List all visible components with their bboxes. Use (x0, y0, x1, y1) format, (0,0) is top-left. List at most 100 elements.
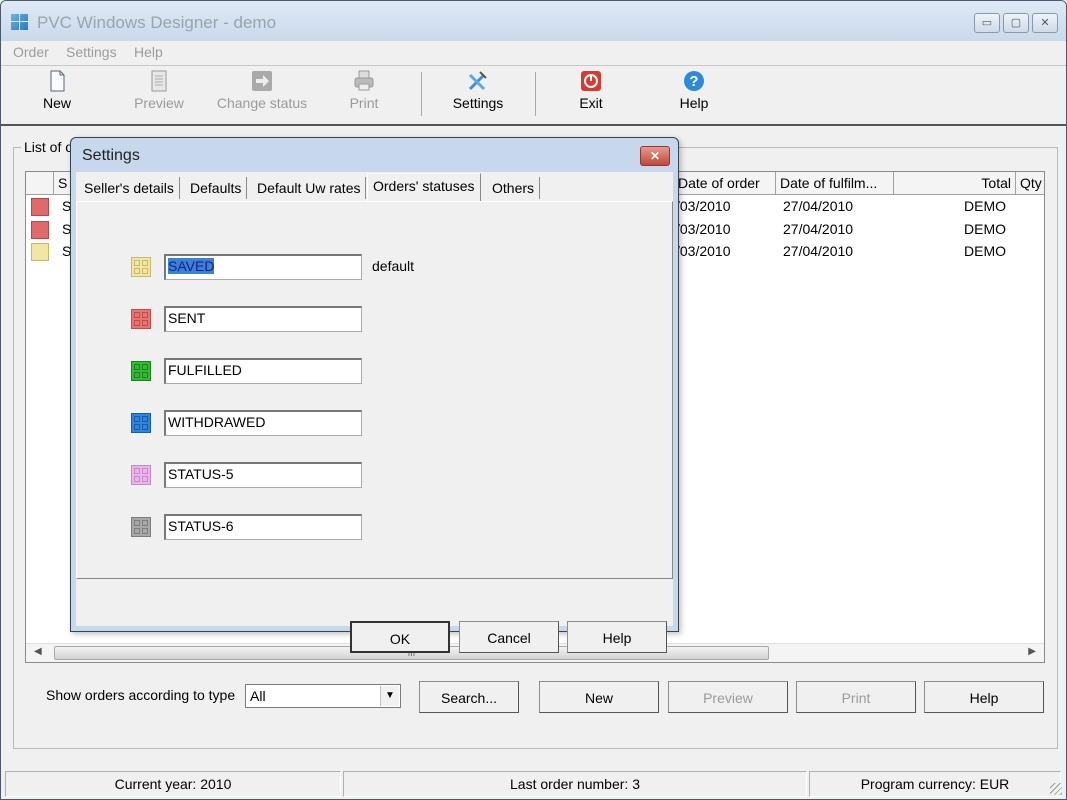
tab-others[interactable]: Others (487, 177, 541, 199)
cancel-button[interactable]: Cancel (459, 621, 559, 653)
cell-date-of-fulfilment: 27/04/2010 (783, 220, 854, 237)
toolbar-change-status-button[interactable]: Change status (213, 70, 311, 111)
scroll-left-arrow-icon[interactable]: ◀ (34, 646, 42, 657)
status-name-input[interactable]: SENT (164, 306, 362, 332)
swatch-cell (142, 364, 148, 370)
column-header-qty[interactable]: Qty (1016, 172, 1044, 194)
order-type-select[interactable]: All ▼ (245, 684, 401, 708)
swatch-cell (134, 416, 140, 422)
toolbar-preview-button[interactable]: Preview (129, 70, 189, 111)
status-bar: Current year: 2010 Last order number: 3 … (1, 771, 1066, 799)
cell-total: DEMO (964, 220, 1006, 237)
column-header-icon[interactable] (26, 172, 54, 194)
maximize-button[interactable]: ▢ (1003, 13, 1029, 33)
toolbar-print-button[interactable]: Print (344, 70, 384, 111)
column-header-date-of-order[interactable]: Date of order (674, 172, 776, 194)
swatch-cell (134, 268, 140, 274)
status-name-value: WITHDRAWED (168, 414, 266, 430)
orders-statuses-page: SAVED default SENT FULFILLED WITHDRAWED STATU… (76, 201, 673, 579)
dialog-help-button[interactable]: Help (567, 621, 667, 653)
toolbar-settings-button[interactable]: Settings (449, 70, 507, 111)
settings-dialog: Settings ✕ Seller's details Defaults Def… (70, 137, 679, 653)
swatch-cell (142, 312, 148, 318)
status-name-input[interactable]: STATUS-6 (164, 514, 362, 540)
swatch-cell (142, 520, 148, 526)
swatch-cell (142, 424, 148, 430)
swatch-cell (134, 364, 140, 370)
swatch-cell (142, 468, 148, 474)
resize-grip-icon[interactable] (1050, 783, 1062, 795)
cell-total: DEMO (964, 198, 1006, 214)
toolbar-help-button[interactable]: ? Help (676, 70, 712, 111)
chevron-down-icon[interactable]: ▼ (380, 686, 399, 706)
status-name-value: FULFILLED (168, 362, 242, 378)
swatch-cell (134, 372, 140, 378)
minimize-button[interactable]: ▭ (974, 13, 1000, 33)
swatch-cell (142, 416, 148, 422)
swatch-cell (134, 520, 140, 526)
tab-default-uw-rates[interactable]: Default Uw rates (252, 177, 367, 199)
close-button[interactable]: ✕ (1032, 13, 1058, 33)
cell-date-of-order: /03/2010 (676, 198, 731, 214)
tab-orders-statuses[interactable]: Orders' statuses (367, 173, 481, 202)
app-icon (11, 14, 28, 30)
status-color-icon (31, 243, 49, 261)
toolbar-preview-label: Preview (134, 95, 184, 111)
menu-bar: Order Settings Help (1, 41, 1066, 63)
status-color-swatch-icon[interactable] (131, 309, 151, 329)
menu-help[interactable]: Help (134, 44, 163, 60)
tools-icon (467, 70, 489, 92)
status-name-input[interactable]: WITHDRAWED (164, 410, 362, 436)
status-color-swatch-icon[interactable] (131, 465, 151, 485)
status-name-input[interactable]: SAVED (164, 254, 362, 280)
status-color-icon (31, 198, 49, 216)
status-color-swatch-icon[interactable] (131, 257, 151, 277)
print-button[interactable]: Print (796, 681, 916, 713)
toolbar-separator (535, 72, 536, 116)
status-color-swatch-icon[interactable] (131, 361, 151, 381)
dialog-close-button[interactable]: ✕ (640, 146, 670, 166)
swatch-cell (134, 424, 140, 430)
status-current-year: Current year: 2010 (5, 771, 341, 797)
swatch-cell (142, 476, 148, 482)
status-currency: Program currency: EUR (809, 771, 1061, 797)
toolbar-settings-label: Settings (452, 95, 504, 111)
status-name-value: STATUS-5 (168, 466, 234, 482)
swatch-cell (134, 312, 140, 318)
search-button[interactable]: Search... (419, 681, 519, 713)
order-type-value: All (250, 688, 266, 704)
status-name-value: SAVED (168, 258, 215, 274)
scroll-right-arrow-icon[interactable]: ▶ (1028, 646, 1036, 657)
swatch-cell (134, 528, 140, 534)
status-name-input[interactable]: FULFILLED (164, 358, 362, 384)
ok-button[interactable]: OK (350, 621, 450, 653)
preview-button[interactable]: Preview (668, 681, 788, 713)
change-status-icon (251, 70, 273, 92)
swatch-cell (134, 468, 140, 474)
status-color-swatch-icon[interactable] (131, 517, 151, 537)
menu-order[interactable]: Order (13, 44, 49, 60)
status-color-swatch-icon[interactable] (131, 413, 151, 433)
cell-date-of-fulfilment: 27/04/2010 (783, 243, 854, 259)
toolbar-exit-button[interactable]: Exit (573, 70, 609, 111)
new-document-icon (46, 70, 68, 92)
preview-icon (148, 70, 170, 92)
status-color-icon (31, 220, 49, 239)
svg-text:?: ? (689, 73, 698, 90)
help-icon: ? (683, 70, 705, 92)
column-header-date-of-fulfilment[interactable]: Date of fulfilm... (776, 172, 894, 194)
menu-settings[interactable]: Settings (66, 44, 117, 60)
tab-sellers-details[interactable]: Seller's details (79, 177, 180, 199)
toolbar-new-button[interactable]: New (37, 70, 77, 111)
column-header-total[interactable]: Total (894, 172, 1016, 194)
swatch-cell (142, 268, 148, 274)
toolbar-print-label: Print (349, 95, 379, 111)
new-order-button[interactable]: New (539, 681, 659, 713)
toolbar-new-label: New (42, 95, 71, 111)
status-name-input[interactable]: STATUS-5 (164, 462, 362, 488)
help-button[interactable]: Help (924, 681, 1044, 713)
toolbar: New Preview Change status Print Settings… (1, 65, 1066, 126)
cell-date-of-order: /03/2010 (676, 220, 731, 237)
swatch-cell (142, 320, 148, 326)
tab-defaults[interactable]: Defaults (185, 177, 248, 199)
